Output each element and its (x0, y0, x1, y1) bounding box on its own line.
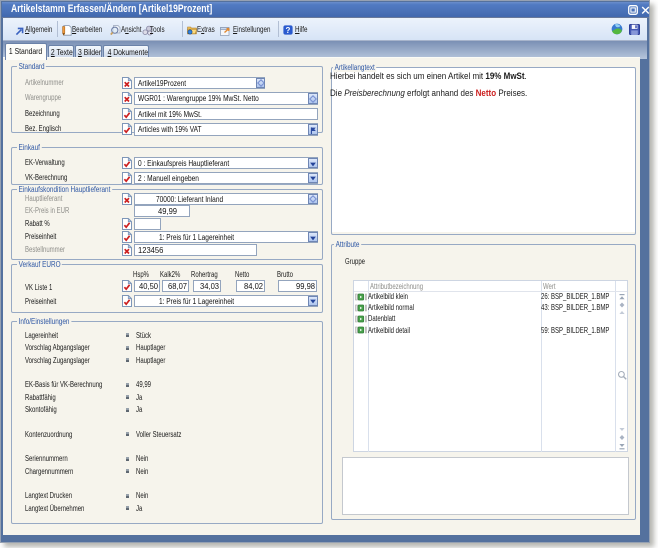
svg-text:?: ? (286, 26, 291, 35)
